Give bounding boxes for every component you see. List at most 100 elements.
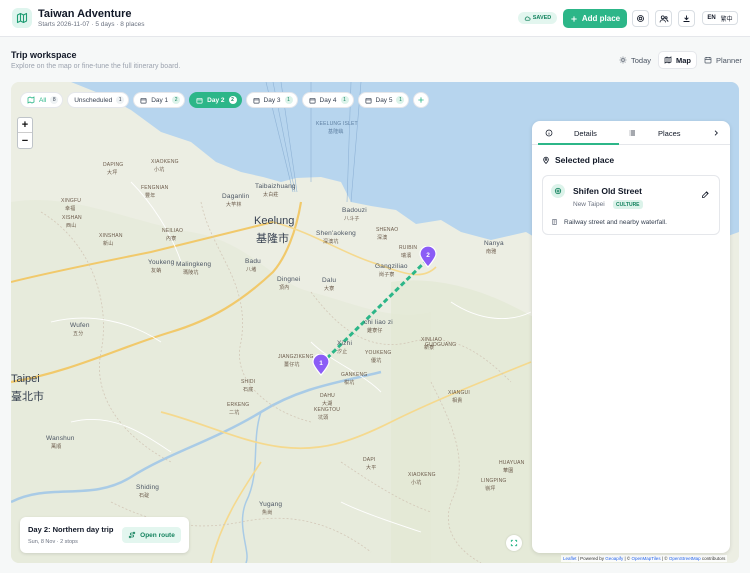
add-place-button[interactable]: Add place <box>563 9 627 28</box>
map-label-malingkeng-zh: 瑪陵坑 <box>183 270 199 276</box>
plus-icon <box>571 15 577 22</box>
map-label-daganlin: Daganlin <box>222 193 250 200</box>
route-icon <box>128 531 136 539</box>
tab-today-label: Today <box>631 55 652 65</box>
leaflet-link[interactable]: Leaflet <box>563 556 577 561</box>
openmaptiles-link[interactable]: OpenMapTiles <box>631 556 660 561</box>
map-label-lingping: LINGPING <box>481 478 507 484</box>
map-label-xiaokeng-zh: 小坑 <box>154 167 165 173</box>
chip-label: Day 2 <box>207 96 225 104</box>
map-label-chiliao-zh: 雞寮仔 <box>367 328 383 334</box>
map-label-ruibin-zh: 瑞濱 <box>401 253 412 259</box>
tab-planner-label: Planner <box>716 55 742 65</box>
map-label-jiangzikeng-zh: 薑仔坑 <box>284 362 300 368</box>
tab-places-label[interactable]: Places <box>658 121 681 145</box>
map-label-dahu-zh: 大湖 <box>322 401 333 407</box>
map-label-xiangui: XIANGUI <box>448 390 470 396</box>
active-tab-indicator <box>538 143 619 145</box>
map-label-chiliao: chi liao zi <box>364 319 393 326</box>
place-location: New Taipei <box>573 201 605 208</box>
tab-planner[interactable]: Planner <box>699 52 747 68</box>
sun-icon <box>619 56 627 64</box>
chip-count: 2 <box>172 96 181 104</box>
lang-zh-option[interactable]: 繁中 <box>721 14 733 23</box>
location-pin-icon <box>543 156 549 164</box>
chip-day-5[interactable]: Day 5 1 <box>357 92 410 108</box>
open-route-button[interactable]: Open route <box>122 527 181 543</box>
map-label-nanya: Nanya <box>484 240 504 247</box>
chip-unscheduled[interactable]: Unscheduled 1 <box>67 92 130 108</box>
workspace-title: Trip workspace <box>11 50 77 60</box>
tab-details[interactable] <box>545 121 553 145</box>
map-label-neiliao: NEILIAO <box>162 228 184 234</box>
map-label-gangziliao-zh: 崗子寮 <box>379 272 395 278</box>
map-label-xishan-zh: 西山 <box>66 223 77 229</box>
map-label-xiaokeng: XIAOKENG <box>151 159 179 165</box>
calendar-icon <box>253 97 260 103</box>
chip-all[interactable]: All 8 <box>20 92 64 108</box>
zoom-in-button[interactable]: + <box>18 118 32 133</box>
map-label-taipei: Taipei <box>11 373 40 385</box>
chip-day-4[interactable]: Day 4 1 <box>301 92 354 108</box>
openstreetmap-link[interactable]: OpenStreetMap <box>669 556 701 561</box>
tab-today[interactable]: Today <box>614 52 656 68</box>
map-logo-icon <box>12 8 32 28</box>
chip-day-1[interactable]: Day 1 2 <box>133 92 186 108</box>
zoom-out-button[interactable]: − <box>18 133 32 148</box>
map-label-youkeng-caps-zh: 優坑 <box>371 358 382 364</box>
place-panel: Details Places Selected place Shifen Old… <box>532 121 730 553</box>
place-note-text: Railway street and nearby waterfall. <box>564 218 667 226</box>
settings-button[interactable] <box>632 10 649 27</box>
map-label-ruibin: RUIBIN <box>399 245 418 251</box>
map-label-huayuan: HUAYUAN <box>499 460 525 466</box>
map-label-gankeng-zh: 柑坑 <box>344 380 355 386</box>
geoapify-link[interactable]: Geoapify <box>605 556 623 561</box>
map-label-shiding-zh: 石碇 <box>139 493 150 499</box>
map-label-xingfu-zh: 幸福 <box>65 206 76 212</box>
map-label-erkeng-zh: 二坑 <box>229 410 240 416</box>
map-label-keelung-zh: 基隆市 <box>256 233 289 245</box>
calendar-icon <box>196 97 203 103</box>
map-label-fengnian-zh: 豐年 <box>145 193 156 199</box>
map-label-keelung: Keelung <box>254 215 295 227</box>
chip-day-2[interactable]: Day 2 2 <box>189 92 242 108</box>
map-label-dapi: DAPI <box>363 457 376 463</box>
place-card[interactable]: Shifen Old Street New Taipei CULTURE Rai… <box>542 175 720 235</box>
add-day-button[interactable] <box>413 92 430 108</box>
language-switcher[interactable]: EN 繁中 <box>702 11 738 25</box>
lang-en-option[interactable]: EN <box>707 15 715 21</box>
map-label-yugang: Yugang <box>259 501 283 508</box>
panel-next-button[interactable] <box>712 121 720 145</box>
open-route-label: Open route <box>140 531 175 539</box>
tab-details-label[interactable]: Details <box>574 121 597 145</box>
download-button[interactable] <box>678 10 695 27</box>
map-label-dingnei: Dingnei <box>277 276 301 283</box>
chip-label: All <box>39 96 47 104</box>
info-icon <box>545 129 553 137</box>
map-label-dingnei-zh: 頂內 <box>279 285 290 291</box>
map-label-xiaokeng-south: XIAOKENG <box>408 472 436 478</box>
map-icon <box>27 96 35 104</box>
map-marker-2[interactable]: 2 <box>419 245 437 268</box>
tab-map[interactable]: Map <box>659 52 697 68</box>
tab-places-icon[interactable] <box>628 121 636 145</box>
map-label-shidi-zh: 石底 <box>243 387 254 393</box>
map-label-gankeng: GANKENG <box>341 372 368 378</box>
map-marker-1[interactable]: 1 <box>312 353 330 376</box>
map-label-badouzi: Badouzi <box>342 207 367 214</box>
map-label-kengtou: KENGTOU <box>314 407 341 413</box>
map-label-dalu: Dalu <box>322 277 337 284</box>
map-label-nanya-zh: 南雅 <box>486 249 497 255</box>
marker-number: 2 <box>426 251 430 259</box>
fullscreen-button[interactable] <box>506 535 522 551</box>
map-label-xinshan-zh: 新山 <box>103 241 114 247</box>
map-icon <box>664 56 672 64</box>
chip-day-3[interactable]: Day 3 1 <box>245 92 298 108</box>
map-label-lingping-zh: 嶺坪 <box>485 486 496 492</box>
share-users-button[interactable] <box>655 10 672 27</box>
map-label-xizhi: Xizhi <box>337 340 353 347</box>
chip-label: Day 3 <box>263 96 281 104</box>
edit-place-button[interactable] <box>701 186 710 204</box>
chevron-right-icon <box>714 130 718 136</box>
chip-count: 1 <box>284 96 293 104</box>
